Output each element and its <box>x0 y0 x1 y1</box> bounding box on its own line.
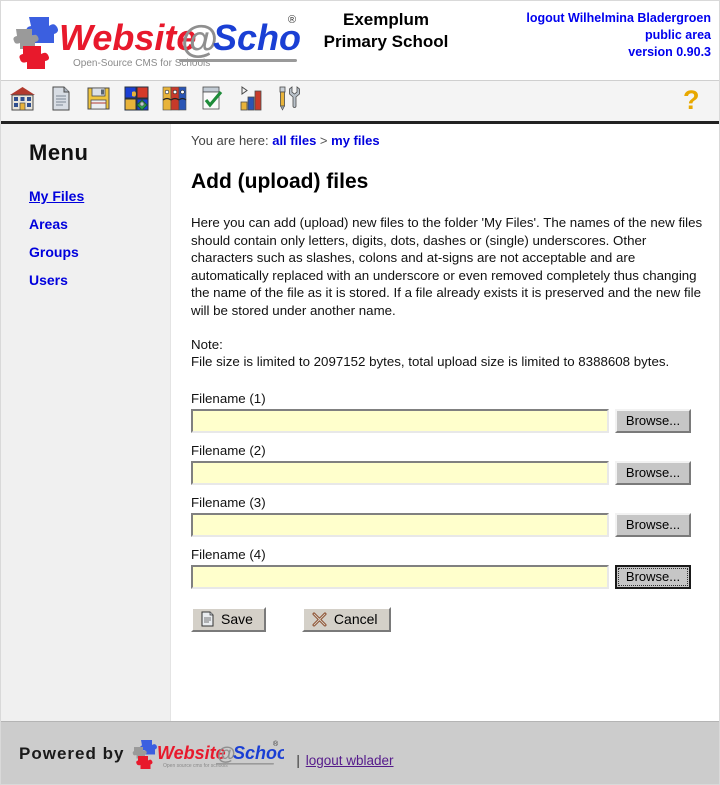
svg-text:®: ® <box>288 14 296 26</box>
statistics-icon[interactable] <box>235 83 266 114</box>
tools-icon[interactable] <box>273 83 304 114</box>
user-session-block: logout Wilhelmina Bladergroen public are… <box>526 10 711 61</box>
logout-link[interactable]: logout Wilhelmina Bladergroen <box>526 11 711 25</box>
version-label: version 0.90.3 <box>628 45 711 59</box>
school-icon[interactable] <box>7 83 38 114</box>
svg-text:®: ® <box>273 740 279 748</box>
list-item: Areas <box>29 216 170 232</box>
breadcrumb-separator: > <box>319 133 328 148</box>
file-field-row-4: Filename (4) Browse... <box>191 547 711 589</box>
approve-icon[interactable] <box>197 83 228 114</box>
modules-icon[interactable] <box>121 83 152 114</box>
cancel-button[interactable]: Cancel <box>301 606 391 632</box>
save-document-icon <box>201 611 214 627</box>
note-block: Note: File size is limited to 2097152 by… <box>191 336 711 371</box>
sidebar-item-areas[interactable]: Areas <box>29 216 68 232</box>
file-field-row-2: Filename (2) Browse... <box>191 443 711 485</box>
note-text: File size is limited to 2097152 bytes, t… <box>191 354 670 370</box>
filename-4-label: Filename (4) <box>191 546 266 562</box>
svg-text:Website: Website <box>59 17 196 58</box>
areas-icon[interactable] <box>159 83 190 114</box>
area-label: public area <box>645 28 711 42</box>
svg-text:?: ? <box>683 85 700 115</box>
main-content: You are here: all files > my files Add (… <box>172 124 719 721</box>
form-actions: Save Cancel <box>191 606 711 632</box>
file-input-line: Browse... <box>191 408 711 433</box>
website-at-school-footer-logo-icon: Website @ School ® Open source cms for s… <box>133 739 284 769</box>
save-disk-icon[interactable] <box>83 83 114 114</box>
page-icon[interactable] <box>45 83 76 114</box>
list-item: Users <box>29 272 170 288</box>
file-input-line: Browse... <box>191 564 711 589</box>
filename-3-label: Filename (3) <box>191 494 266 510</box>
help-icon[interactable]: ? <box>680 85 704 115</box>
sidebar-item-users[interactable]: Users <box>29 272 68 288</box>
app-window: Website @ School ® Open-Source CMS for S… <box>0 0 720 785</box>
powered-by-label: Powered by <box>19 743 125 763</box>
cancel-button-label: Cancel <box>333 611 378 628</box>
puzzle-pieces-icon <box>133 739 158 769</box>
browse-button-4[interactable]: Browse... <box>615 564 691 589</box>
file-field-row-1: Filename (1) Browse... <box>191 391 711 433</box>
breadcrumb: You are here: all files > my files <box>191 133 711 148</box>
filename-4-input[interactable] <box>191 564 609 589</box>
cancel-cross-tools-icon <box>312 611 327 627</box>
filename-3-input[interactable] <box>191 512 609 537</box>
main-toolbar: ? <box>1 81 719 124</box>
file-input-line: Browse... <box>191 460 711 485</box>
page-footer: Powered by Website @ School ® Open sourc… <box>1 721 719 784</box>
sidebar: Menu My Files Areas Groups Users <box>1 124 171 721</box>
body-wrapper: Menu My Files Areas Groups Users You are… <box>1 124 719 721</box>
file-input-line: Browse... <box>191 512 711 537</box>
file-field-row-3: Filename (3) Browse... <box>191 495 711 537</box>
footer-brand-logo[interactable]: Website @ School ® Open source cms for s… <box>132 737 284 771</box>
sidebar-item-groups[interactable]: Groups <box>29 244 79 260</box>
filename-1-input[interactable] <box>191 408 609 433</box>
sidebar-item-my-files[interactable]: My Files <box>29 188 84 204</box>
brand-logo[interactable]: Website @ School ® Open-Source CMS for S… <box>11 9 301 71</box>
page-title: Add (upload) files <box>191 170 369 193</box>
school-name: Exemplum Primary School <box>301 9 471 53</box>
note-label: Note: <box>191 336 223 352</box>
breadcrumb-prefix: You are here: <box>191 133 269 148</box>
school-name-line2: Primary School <box>323 32 449 51</box>
toolbar-icon-group <box>7 83 304 114</box>
page-header: Website @ School ® Open-Source CMS for S… <box>1 1 719 81</box>
puzzle-pieces-icon <box>13 17 58 69</box>
upload-form: Filename (1) Browse... Filename (2) Brow… <box>191 391 711 632</box>
filename-2-input[interactable] <box>191 460 609 485</box>
browse-button-1[interactable]: Browse... <box>615 408 691 433</box>
intro-paragraph: Here you can add (upload) new files to t… <box>191 215 703 318</box>
list-item: Groups <box>29 244 170 260</box>
breadcrumb-link-my-files[interactable]: my files <box>331 133 379 148</box>
save-button[interactable]: Save <box>191 606 266 632</box>
school-name-line1: Exemplum <box>343 10 429 29</box>
filename-2-label: Filename (2) <box>191 442 266 458</box>
browse-button-3[interactable]: Browse... <box>615 512 691 537</box>
footer-separator: | <box>296 753 300 768</box>
website-at-school-logo-icon: Website @ School ® Open-Source CMS for S… <box>13 14 301 69</box>
sidebar-title: Menu <box>29 140 89 165</box>
footer-links: | logout wblader <box>296 753 393 768</box>
footer-logout-link[interactable]: logout wblader <box>306 753 394 768</box>
sidebar-menu: My Files Areas Groups Users <box>29 188 170 288</box>
browse-button-2[interactable]: Browse... <box>615 460 691 485</box>
svg-text:Website: Website <box>157 743 226 763</box>
list-item: My Files <box>29 188 170 204</box>
breadcrumb-link-all-files[interactable]: all files <box>272 133 316 148</box>
save-button-label: Save <box>221 611 253 628</box>
filename-1-label: Filename (1) <box>191 390 266 406</box>
